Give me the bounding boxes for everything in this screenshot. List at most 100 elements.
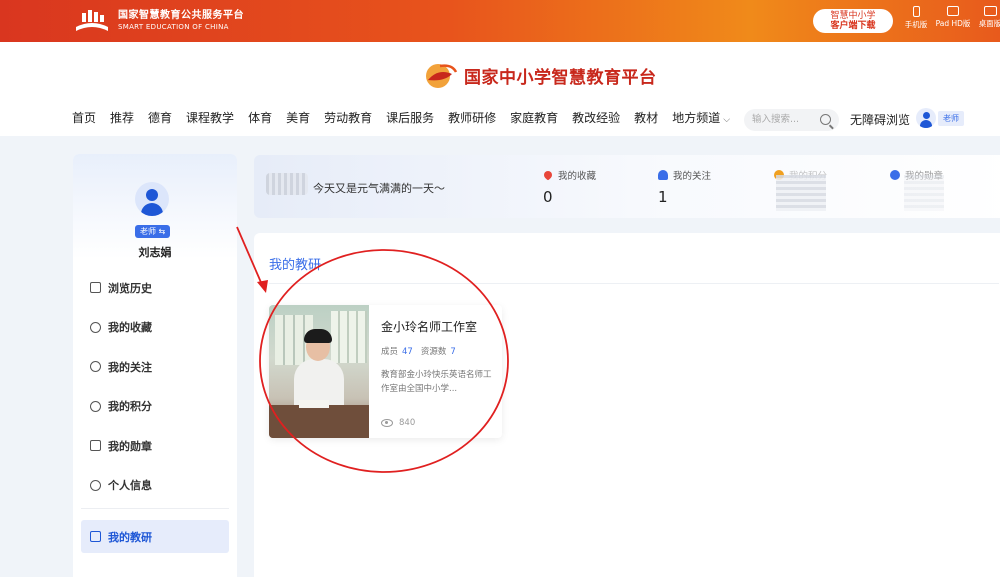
nav-sports[interactable]: 体育: [248, 109, 272, 126]
studio-photo: [269, 305, 369, 438]
monitor-icon: [983, 6, 997, 16]
studio-meta: 成员 47 资源数 7: [381, 345, 464, 357]
device-pad[interactable]: Pad HD版: [933, 6, 973, 29]
resources-count: 7: [450, 347, 456, 357]
sidebar-item-label: 我的收藏: [108, 321, 152, 334]
sidebar-item-label: 我的积分: [108, 400, 152, 413]
sidebar-item-history[interactable]: 浏览历史: [81, 271, 229, 304]
check-circle-icon: [90, 479, 101, 491]
nav-arts[interactable]: 美育: [286, 109, 310, 126]
user-role-tag: 老师: [938, 110, 964, 126]
logo-subtitle: SMART EDUCATION OF CHINA: [118, 23, 229, 31]
search-icon[interactable]: [820, 114, 831, 125]
points-icon: [90, 400, 101, 412]
profile-user-name: 刘志娟: [138, 246, 172, 259]
avatar: [916, 108, 936, 128]
nav-after-school[interactable]: 课后服务: [386, 109, 434, 126]
device-phone[interactable]: 手机版: [896, 6, 936, 30]
members-count: 47: [402, 347, 413, 357]
sidebar-item-points[interactable]: 我的积分: [81, 390, 229, 423]
blurred-points: [776, 175, 826, 211]
stat-value: 0: [543, 188, 553, 206]
nav-home[interactable]: 首页: [72, 109, 96, 126]
heart-icon: [542, 169, 554, 181]
brand-title: 国家中小学智慧教育平台: [464, 67, 657, 88]
eye-icon: [381, 419, 393, 427]
stat-value: 1: [658, 188, 668, 206]
sidebar-menu: 浏览历史 我的收藏 我的关注 我的积分 我的勋章 个人信息 我的教研: [81, 271, 229, 560]
nav-moral[interactable]: 德育: [148, 109, 172, 126]
device-desktop[interactable]: 桌面版: [970, 6, 1000, 29]
resources-label: 资源数: [420, 347, 447, 357]
platform-logo[interactable]: 国家智慧教育公共服务平台 SMART EDUCATION OF CHINA: [72, 7, 244, 35]
main-nav: 首页 推荐 德育 课程教学 体育 美育 劳动教育 课后服务 教师研修 家庭教育 …: [72, 109, 744, 126]
blurred-name: [266, 173, 308, 195]
stat-following[interactable]: 我的关注 1: [658, 168, 711, 206]
profile-header: 老师 ⇆ 刘志娟: [73, 154, 237, 259]
sidebar-item-label: 我的关注: [108, 360, 152, 374]
nav-reform[interactable]: 教改经验: [572, 109, 620, 126]
nav-recommend[interactable]: 推荐: [110, 109, 134, 126]
phone-icon: [912, 6, 920, 17]
calendar-icon: [90, 531, 101, 542]
members-label: 成员: [381, 347, 399, 357]
search-input[interactable]: 输入搜索...: [744, 109, 839, 131]
section-divider: [269, 283, 999, 284]
profile-sidebar: 老师 ⇆ 刘志娟 浏览历史 我的收藏 我的关注 我的积分 我的勋章 个人信息 我…: [73, 154, 237, 577]
medal-icon: [90, 440, 101, 451]
site-header: 国家中小学智慧教育平台 首页 推荐 德育 课程教学 体育 美育 劳动教育 课后服…: [0, 42, 1000, 136]
client-download-button[interactable]: 智慧中小学 客户端下载: [813, 9, 893, 33]
nav-courses[interactable]: 课程教学: [186, 109, 234, 126]
studio-card[interactable]: 金小玲名师工作室 成员 47 资源数 7 教育部金小玲快乐英语名师工作室由全国中小学.…: [269, 305, 502, 438]
stat-label: 我的关注: [673, 171, 712, 182]
role-switch-badge[interactable]: 老师 ⇆: [135, 225, 171, 238]
heart-icon: [90, 321, 101, 333]
nav-labor[interactable]: 劳动教育: [324, 109, 372, 126]
sidebar-item-medals[interactable]: 我的勋章: [81, 429, 229, 462]
stat-label: 我的收藏: [558, 171, 597, 182]
user-icon: [658, 170, 668, 180]
sidebar-item-label: 我的勋章: [108, 439, 152, 453]
studio-description: 教育部金小玲快乐英语名师工作室由全国中小学...: [381, 370, 492, 394]
section-title: 我的教研: [269, 258, 322, 273]
menu-divider: [81, 508, 229, 509]
top-bar: 国家智慧教育公共服务平台 SMART EDUCATION OF CHINA 智慧…: [0, 0, 1000, 42]
download-line2: 客户端下载: [830, 21, 876, 31]
download-line1: 智慧中小学: [830, 11, 876, 21]
search-placeholder: 输入搜索...: [752, 114, 800, 125]
device-phone-label: 手机版: [904, 20, 928, 29]
brand[interactable]: 国家中小学智慧教育平台: [422, 60, 657, 90]
sidebar-item-label: 个人信息: [108, 479, 152, 492]
user-follow-icon: [90, 361, 101, 372]
file-icon: [90, 282, 101, 293]
device-pad-label: Pad HD版: [935, 19, 971, 28]
sidebar-item-label: 我的教研: [108, 530, 152, 544]
nav-local[interactable]: 地方频道 ⌵: [672, 109, 730, 126]
sidebar-item-favorites[interactable]: 我的收藏: [81, 311, 229, 344]
device-desktop-label: 桌面版: [978, 19, 1000, 28]
accessibility-link[interactable]: 无障碍浏览: [850, 111, 910, 128]
research-panel: 我的教研 金小玲名师工作室 成员 47 资源数 7 教育部金小玲快乐英语名师工作室由全…: [254, 233, 1000, 577]
sidebar-item-following[interactable]: 我的关注: [81, 350, 229, 383]
sidebar-item-profile[interactable]: 个人信息: [81, 469, 229, 502]
nav-local-label: 地方频道: [672, 111, 721, 125]
chevron-down-icon: ⌵: [723, 115, 731, 125]
stat-favorites[interactable]: 我的收藏 0: [542, 168, 597, 206]
views-count: 840: [399, 418, 416, 428]
stats-bar: 今天又是元气满满的一天～ 我的收藏 0 我的关注 1 我的积分 我的勋章: [254, 155, 1000, 218]
sidebar-item-label: 浏览历史: [108, 281, 152, 295]
profile-avatar[interactable]: [135, 182, 169, 216]
sidebar-item-research[interactable]: 我的教研: [81, 520, 229, 553]
tablet-icon: [947, 6, 959, 16]
studio-name[interactable]: 金小玲名师工作室: [381, 318, 477, 335]
nav-textbooks[interactable]: 教材: [634, 109, 658, 126]
user-menu[interactable]: 老师: [916, 108, 964, 128]
greeting-text: 今天又是元气满满的一天～: [313, 182, 445, 195]
logo-title: 国家智慧教育公共服务平台: [118, 10, 244, 21]
book-logo-icon: [72, 7, 112, 35]
nav-teacher-training[interactable]: 教师研修: [448, 109, 496, 126]
views-count-row: 840: [381, 418, 415, 428]
blurred-medals: [904, 175, 944, 211]
brand-logo-icon: [426, 64, 458, 88]
nav-family[interactable]: 家庭教育: [510, 109, 558, 126]
